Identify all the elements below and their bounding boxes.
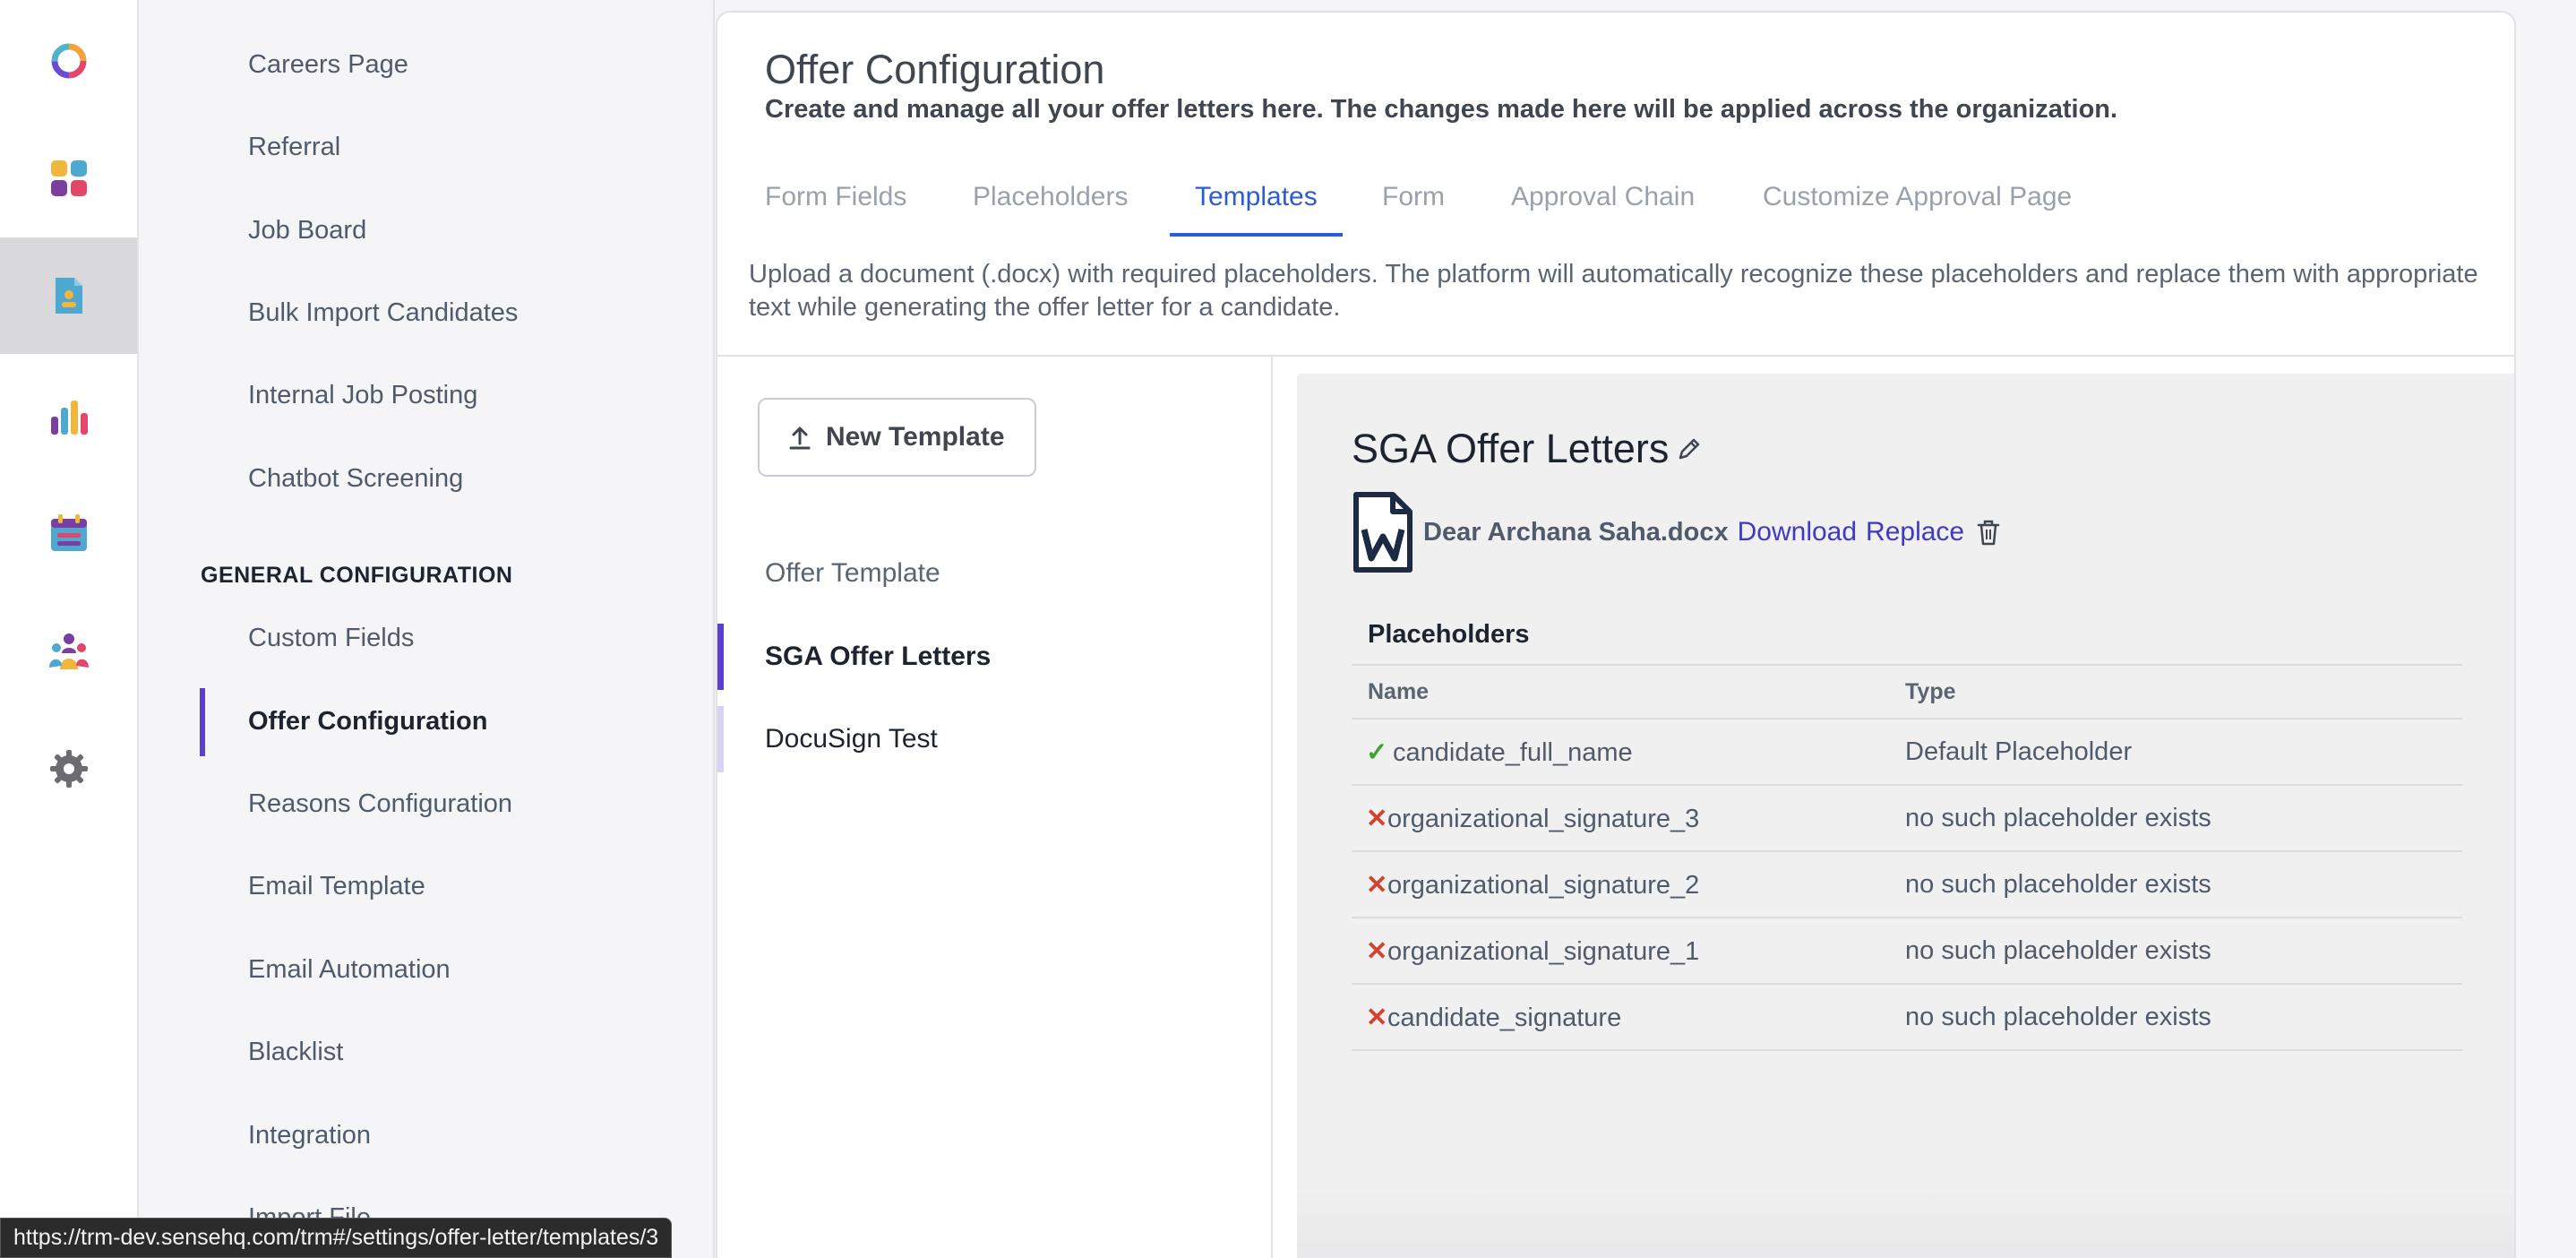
candidate-document-icon[interactable] <box>0 237 137 354</box>
sidebar-item-chatbot-screening[interactable]: Chatbot Screening <box>248 464 463 494</box>
placeholder-name-cell: ✕organizational_signature_2 <box>1352 851 1889 918</box>
template-item-label: SGA Offer Letters <box>765 642 992 671</box>
table-row: ✕organizational_signature_3 no such plac… <box>1352 785 2462 852</box>
sidebar-item-reasons-configuration[interactable]: Reasons Configuration <box>248 789 512 819</box>
page-subtitle: Create and manage all your offer letters… <box>765 95 2118 124</box>
table-header-row: Name Type <box>1352 664 2462 719</box>
new-template-label: New Template <box>826 422 1005 452</box>
templates-description: Upload a document (.docx) with required … <box>749 260 2478 322</box>
tab-templates[interactable]: Templates <box>1170 165 1343 237</box>
sidebar-item-bulk-import-candidates[interactable]: Bulk Import Candidates <box>248 298 518 328</box>
table-row: ✕candidate_signature no such placeholder… <box>1352 984 2462 1051</box>
team-people-icon[interactable] <box>0 593 137 710</box>
sidebar-item-email-automation[interactable]: Email Automation <box>248 955 451 985</box>
column-header-name: Name <box>1352 664 1889 719</box>
icon-rail <box>0 0 139 1258</box>
template-item-indicator <box>717 624 724 690</box>
settings-sidebar: Careers Page Referral Job Board Bulk Imp… <box>139 0 715 1258</box>
placeholder-name-cell: ✕organizational_signature_3 <box>1352 785 1889 852</box>
sidebar-item-integration[interactable]: Integration <box>248 1121 371 1150</box>
sidebar-item-job-board[interactable]: Job Board <box>248 216 366 246</box>
download-link[interactable]: Download <box>1738 517 1857 547</box>
template-item-label: Offer Template <box>765 558 940 588</box>
template-item-indicator <box>717 706 724 772</box>
template-item-docusign-test[interactable]: DocuSign Test <box>717 706 1271 772</box>
template-file-name: Dear Archana Saha.docx <box>1423 517 1729 547</box>
column-header-type: Type <box>1889 664 2462 719</box>
placeholder-name: candidate_full_name <box>1393 737 1633 767</box>
sidebar-item-referral[interactable]: Referral <box>248 133 340 162</box>
trash-icon[interactable] <box>1973 517 2004 547</box>
sidebar-item-blacklist[interactable]: Blacklist <box>248 1038 343 1067</box>
placeholder-type: Default Placeholder <box>1889 719 2462 786</box>
sidebar-item-internal-job-posting[interactable]: Internal Job Posting <box>248 381 477 410</box>
sidebar-item-careers-page[interactable]: Careers Page <box>248 50 408 80</box>
tab-customize-approval-page[interactable]: Customize Approval Page <box>1763 165 2072 237</box>
template-item-label: DocuSign Test <box>765 724 938 754</box>
placeholder-name-cell: ✕organizational_signature_1 <box>1352 918 1889 985</box>
template-item-sga-offer-letters[interactable]: SGA Offer Letters <box>717 624 1271 690</box>
placeholders-table: Name Type ✓ candidate_full_name Default P… <box>1352 664 2462 1051</box>
placeholder-type: no such placeholder exists <box>1889 851 2462 918</box>
word-document-icon <box>1353 492 1413 573</box>
template-title: SGA Offer Letters <box>1352 426 1704 472</box>
table-row: ✕organizational_signature_1 no such plac… <box>1352 918 2462 985</box>
placeholder-name-cell: ✕candidate_signature <box>1352 984 1889 1051</box>
placeholder-name: organizational_signature_2 <box>1387 870 1700 900</box>
table-row: ✓ candidate_full_name Default Placeholder <box>1352 719 2462 786</box>
template-list: New Template Offer Template SGA Offer Le… <box>717 357 1273 1258</box>
template-item-indicator <box>717 540 724 607</box>
tab-approval-chain[interactable]: Approval Chain <box>1511 165 1695 237</box>
page-title: Offer Configuration <box>765 47 1105 92</box>
placeholder-name: organizational_signature_1 <box>1387 936 1700 966</box>
sidebar-selected-indicator <box>200 688 205 756</box>
placeholders-heading: Placeholders <box>1368 620 1530 649</box>
replace-link[interactable]: Replace <box>1866 517 1964 547</box>
pencil-edit-icon[interactable] <box>1674 434 1704 464</box>
dashboard-grid-icon[interactable] <box>0 120 137 237</box>
placeholder-type: no such placeholder exists <box>1889 984 2462 1051</box>
bottom-fade <box>1297 1189 2514 1258</box>
cross-icon: ✕ <box>1366 804 1388 833</box>
link-status-bar: https://trm-dev.sensehq.com/trm#/setting… <box>0 1218 673 1258</box>
sidebar-item-email-template[interactable]: Email Template <box>248 872 425 901</box>
general-configuration-heading: GENERAL CONFIGURATION <box>201 563 513 588</box>
tab-form[interactable]: Form <box>1382 165 1445 237</box>
template-item-offer-template[interactable]: Offer Template <box>717 540 1271 607</box>
new-template-button[interactable]: New Template <box>758 398 1036 477</box>
tab-placeholders[interactable]: Placeholders <box>973 165 1128 237</box>
offer-configuration-panel: Offer Configuration Create and manage al… <box>716 11 2516 1258</box>
tab-form-fields[interactable]: Form Fields <box>765 165 906 237</box>
template-title-text: SGA Offer Letters <box>1352 426 1670 471</box>
sidebar-item-custom-fields[interactable]: Custom Fields <box>248 624 414 653</box>
placeholder-name: organizational_signature_3 <box>1387 804 1700 833</box>
sidebar-item-offer-configuration[interactable]: Offer Configuration <box>248 707 487 737</box>
cross-icon: ✕ <box>1366 870 1388 900</box>
placeholder-name: candidate_signature <box>1387 1003 1622 1032</box>
placeholder-type: no such placeholder exists <box>1889 785 2462 852</box>
template-file-row: Dear Archana Saha.docx Download Replace <box>1352 490 2004 574</box>
template-detail: SGA Offer Letters Dear Archana Saha.docx… <box>1297 374 2514 1258</box>
check-icon: ✓ <box>1366 737 1388 767</box>
cross-icon: ✕ <box>1366 1003 1388 1032</box>
analytics-bars-icon[interactable] <box>0 358 137 475</box>
placeholder-type: no such placeholder exists <box>1889 918 2462 985</box>
table-row: ✕organizational_signature_2 no such plac… <box>1352 851 2462 918</box>
upload-icon <box>789 427 811 450</box>
gear-icon[interactable] <box>0 711 137 827</box>
cross-icon: ✕ <box>1366 936 1388 966</box>
logo-ring-icon[interactable] <box>0 3 137 119</box>
placeholder-name-cell: ✓ candidate_full_name <box>1352 719 1889 786</box>
calendar-icon[interactable] <box>0 475 137 591</box>
